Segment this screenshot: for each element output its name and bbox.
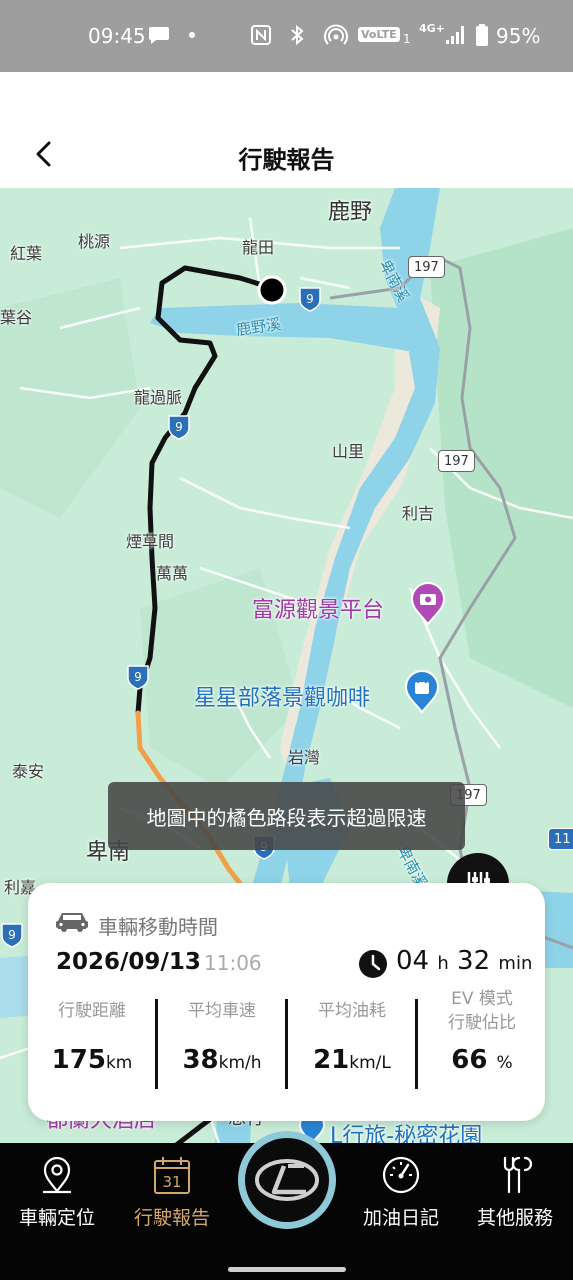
- svg-text:9: 9: [175, 420, 183, 434]
- map-label-taoyuan: 桃源: [78, 232, 111, 251]
- poi-xingxing-label[interactable]: 星星部落景觀咖啡: [194, 680, 370, 712]
- duration-minutes-unit: min: [498, 953, 533, 974]
- stat-value: 66 %: [418, 1045, 546, 1075]
- nav-label: 車輛定位: [18, 1207, 95, 1229]
- stat-fuel-economy: 平均油耗 21km/L: [288, 999, 416, 1075]
- road-197-badge: 197: [408, 256, 445, 278]
- nav-vehicle-location[interactable]: 車輛定位: [2, 1155, 112, 1230]
- sim-indicator: 1: [403, 32, 411, 46]
- nav-trip-report[interactable]: 31 行駛報告: [117, 1155, 227, 1230]
- speedometer-icon: [382, 1156, 420, 1194]
- stat-unit: %: [496, 1053, 513, 1073]
- map-label-longguomai: 龍過脈: [134, 388, 183, 407]
- map-label-yeguo: 葉谷: [0, 308, 33, 327]
- svg-text:31: 31: [162, 1173, 181, 1191]
- stat-label-line2: 行駛佔比: [448, 1013, 516, 1033]
- stat-ev-ratio: EV 模式 行駛佔比 66 %: [418, 987, 546, 1075]
- map-label-hongye: 紅葉: [10, 244, 43, 263]
- stat-value: 38km/h: [158, 1045, 286, 1075]
- stat-unit: km: [105, 1053, 133, 1073]
- nfc-icon: [250, 22, 272, 48]
- status-bar: 09:45 VoLTE 1 4G+ 95%: [0, 0, 573, 72]
- nav-label: 行駛報告: [133, 1207, 210, 1229]
- stat-value: 21km/L: [288, 1045, 416, 1075]
- map-label-longtian: 龍田: [242, 238, 275, 257]
- stat-value: 175km: [28, 1045, 156, 1075]
- svg-text:9: 9: [306, 292, 314, 306]
- map-label-shanli: 山里: [332, 442, 365, 461]
- speeding-hint-toast: 地圖中的橘色路段表示超過限速: [108, 782, 465, 850]
- center-button-inner: [245, 1138, 329, 1222]
- stat-unit: km/h: [218, 1053, 262, 1073]
- map-label-wanwan: 萬萬: [156, 564, 189, 583]
- bluetooth-icon: [289, 22, 305, 48]
- map-label-yanwan: 岩灣: [288, 748, 321, 767]
- nav-other-services[interactable]: 其他服務: [460, 1155, 570, 1230]
- tools-icon: [503, 1156, 533, 1194]
- trip-duration: 04 h 32 min: [396, 946, 532, 976]
- road-197-badge: 197: [438, 450, 475, 472]
- status-time: 09:45: [88, 24, 146, 48]
- dot-icon: [188, 22, 196, 48]
- svg-text:9: 9: [8, 928, 16, 942]
- map-label-luye: 鹿野: [328, 200, 373, 225]
- network-type: 4G+: [419, 22, 445, 35]
- shopping-bag-pin-icon[interactable]: [404, 670, 440, 714]
- bottom-navigation: 車輛定位 31 行駛報告 加油日記 其他服務: [0, 1131, 573, 1280]
- duration-minutes: 32: [457, 946, 491, 976]
- trip-summary-card: 車輛移動時間 2026/09/13 11:06 04 h 32 min 行駛距離…: [28, 883, 545, 1121]
- chat-icon: [148, 22, 170, 48]
- camera-pin-icon[interactable]: [410, 582, 446, 626]
- trip-date: 2026/09/13: [56, 949, 201, 975]
- map-label-liji: 利吉: [402, 504, 435, 523]
- location-pin-icon: [43, 1156, 71, 1194]
- stat-avg-speed: 平均車速 38km/h: [158, 999, 286, 1075]
- duration-hours: 04: [396, 946, 430, 976]
- stat-label: 平均車速: [188, 1001, 256, 1021]
- signal-icon: [444, 22, 468, 48]
- duration-hours-unit: h: [437, 953, 449, 974]
- map-label-yancaojian: 煙草間: [126, 532, 175, 551]
- volte-icon: VoLTE: [358, 27, 400, 42]
- poi-fuyuan-label[interactable]: 富源觀景平台: [252, 592, 384, 624]
- stat-label: 行駛距離: [58, 1001, 126, 1021]
- clock-icon: [359, 950, 387, 978]
- hotspot-icon: [324, 22, 348, 48]
- route-9-shield-icon: 9: [299, 287, 321, 312]
- car-icon: [56, 913, 88, 932]
- battery-icon: [475, 22, 489, 48]
- stat-number: 21: [313, 1045, 350, 1075]
- battery-percent: 95%: [496, 24, 541, 48]
- route-9-shield-icon: 9: [1, 923, 23, 948]
- map-label-taian: 泰安: [12, 762, 45, 781]
- nav-label: 其他服務: [476, 1207, 553, 1229]
- card-title: 車輛移動時間: [98, 915, 218, 939]
- route-9-shield-icon: 9: [168, 415, 190, 440]
- stat-label: 平均油耗: [318, 1001, 386, 1021]
- stat-label-line1: EV 模式: [451, 989, 513, 1009]
- nav-label: 加油日記: [362, 1207, 439, 1229]
- nav-fuel-diary[interactable]: 加油日記: [346, 1155, 456, 1230]
- svg-text:9: 9: [134, 670, 142, 684]
- stat-distance: 行駛距離 175km: [28, 999, 156, 1075]
- app-header: 行駛報告: [0, 72, 573, 188]
- calendar-icon: 31: [154, 1157, 190, 1194]
- road-11-badge: 11: [548, 828, 573, 850]
- trip-start-time: 11:06: [204, 951, 262, 975]
- stat-number: 175: [51, 1045, 106, 1075]
- route-9-shield-icon: 9: [127, 665, 149, 690]
- lexus-logo-icon: [255, 1159, 319, 1201]
- lexus-home-button[interactable]: [238, 1131, 336, 1229]
- stat-unit: km/L: [349, 1053, 391, 1073]
- stat-number: 38: [182, 1045, 219, 1075]
- page-title: 行駛報告: [238, 146, 335, 174]
- home-indicator[interactable]: [228, 1267, 346, 1272]
- stat-number: 66: [451, 1045, 488, 1075]
